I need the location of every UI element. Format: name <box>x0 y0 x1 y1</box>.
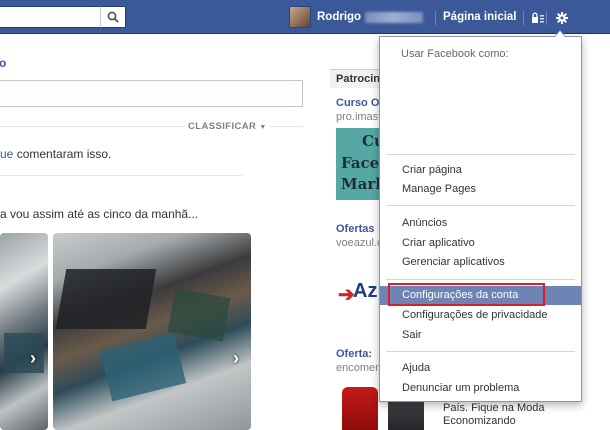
divider <box>0 175 242 176</box>
profile-link[interactable]: Rodrigo <box>289 6 424 28</box>
comment-input[interactable] <box>0 80 303 107</box>
topbar-divider <box>523 11 524 25</box>
annotation-highlight <box>388 283 545 306</box>
likes-summary: ue comentaram isso. <box>0 147 111 161</box>
ad-description: País. Fique na Moda Economizando <box>443 402 545 428</box>
photo-content <box>4 333 44 373</box>
ad-url: pro.imast <box>336 111 382 123</box>
menu-divider <box>386 205 575 206</box>
ad-title[interactable]: Curso O <box>336 97 379 109</box>
ad-description-line: Economizando <box>443 415 516 427</box>
shirt-image <box>342 387 378 430</box>
menu-item-create-page[interactable]: Criar página <box>380 161 581 180</box>
account-settings-button[interactable] <box>551 8 573 28</box>
user-name: Rodrigo <box>317 11 362 23</box>
sponsored-header: Patrocin <box>330 69 382 88</box>
menu-item-privacy-settings[interactable]: Configurações de privacidade <box>380 306 581 325</box>
menu-item-manage-pages[interactable]: Manage Pages <box>380 180 581 199</box>
ad-title[interactable]: Ofertas <box>336 223 375 235</box>
menu-item-create-app[interactable]: Criar aplicativo <box>380 234 581 253</box>
ad-url: encomen <box>336 362 382 374</box>
menu-item-help[interactable]: Ajuda <box>380 359 581 378</box>
ad-image-text: Face <box>341 154 380 172</box>
chevron-down-icon: ▼ <box>259 124 267 131</box>
likers-link[interactable]: ue <box>0 147 13 161</box>
post-photo[interactable]: › <box>53 233 251 430</box>
ad-image-text: Mark <box>341 175 382 193</box>
menu-item-ads[interactable]: Anúncios <box>380 214 581 233</box>
ad-url: voeazul.c <box>336 237 383 249</box>
ad-image-text: Az <box>353 280 378 302</box>
menu-divider <box>386 351 575 352</box>
search-button[interactable] <box>100 6 126 28</box>
home-link[interactable]: Página inicial <box>443 11 517 23</box>
ad-image[interactable]: ➔ Az <box>336 278 382 308</box>
topbar-divider <box>435 11 436 25</box>
dropdown-caret <box>555 31 565 37</box>
next-arrow-icon: › <box>233 348 239 368</box>
next-arrow-icon: › <box>30 348 36 368</box>
photo-content <box>55 269 157 329</box>
menu-item-logout[interactable]: Sair <box>380 326 581 345</box>
privacy-shortcuts-icon[interactable] <box>531 12 545 24</box>
top-bar: Rodrigo Página inicial <box>0 0 610 34</box>
post-heading-fragment[interactable]: o <box>0 56 6 70</box>
photo-content <box>167 288 231 342</box>
menu-item-report-problem[interactable]: Denunciar um problema <box>380 379 581 398</box>
post-photo[interactable]: › <box>0 233 48 430</box>
avatar <box>289 6 311 28</box>
use-as-label: Usar Facebook como: <box>401 48 509 60</box>
likes-summary-text: comentaram isso. <box>13 147 112 161</box>
menu-item-manage-apps[interactable]: Gerenciar aplicativos <box>380 253 581 272</box>
ad-image[interactable]: Cu Face Mark <box>336 128 382 200</box>
menu-divider <box>386 154 575 155</box>
post-text: a vou assim até as cinco da manhã... <box>0 207 199 221</box>
ad-title[interactable]: Oferta: <box>336 348 372 360</box>
menu-divider <box>386 279 575 280</box>
gear-icon <box>556 12 568 24</box>
topbar-divider <box>546 11 547 25</box>
sort-label: CLASSIFICAR <box>188 121 257 132</box>
search-icon <box>107 11 119 23</box>
ad-description-line: País. Fique na Moda <box>443 402 545 414</box>
sort-dropdown[interactable]: CLASSIFICAR ▼ <box>185 121 270 132</box>
photo-content <box>99 332 187 402</box>
account-menu: Usar Facebook como: Criar página Manage … <box>379 36 582 402</box>
redacted-surname <box>365 11 424 23</box>
